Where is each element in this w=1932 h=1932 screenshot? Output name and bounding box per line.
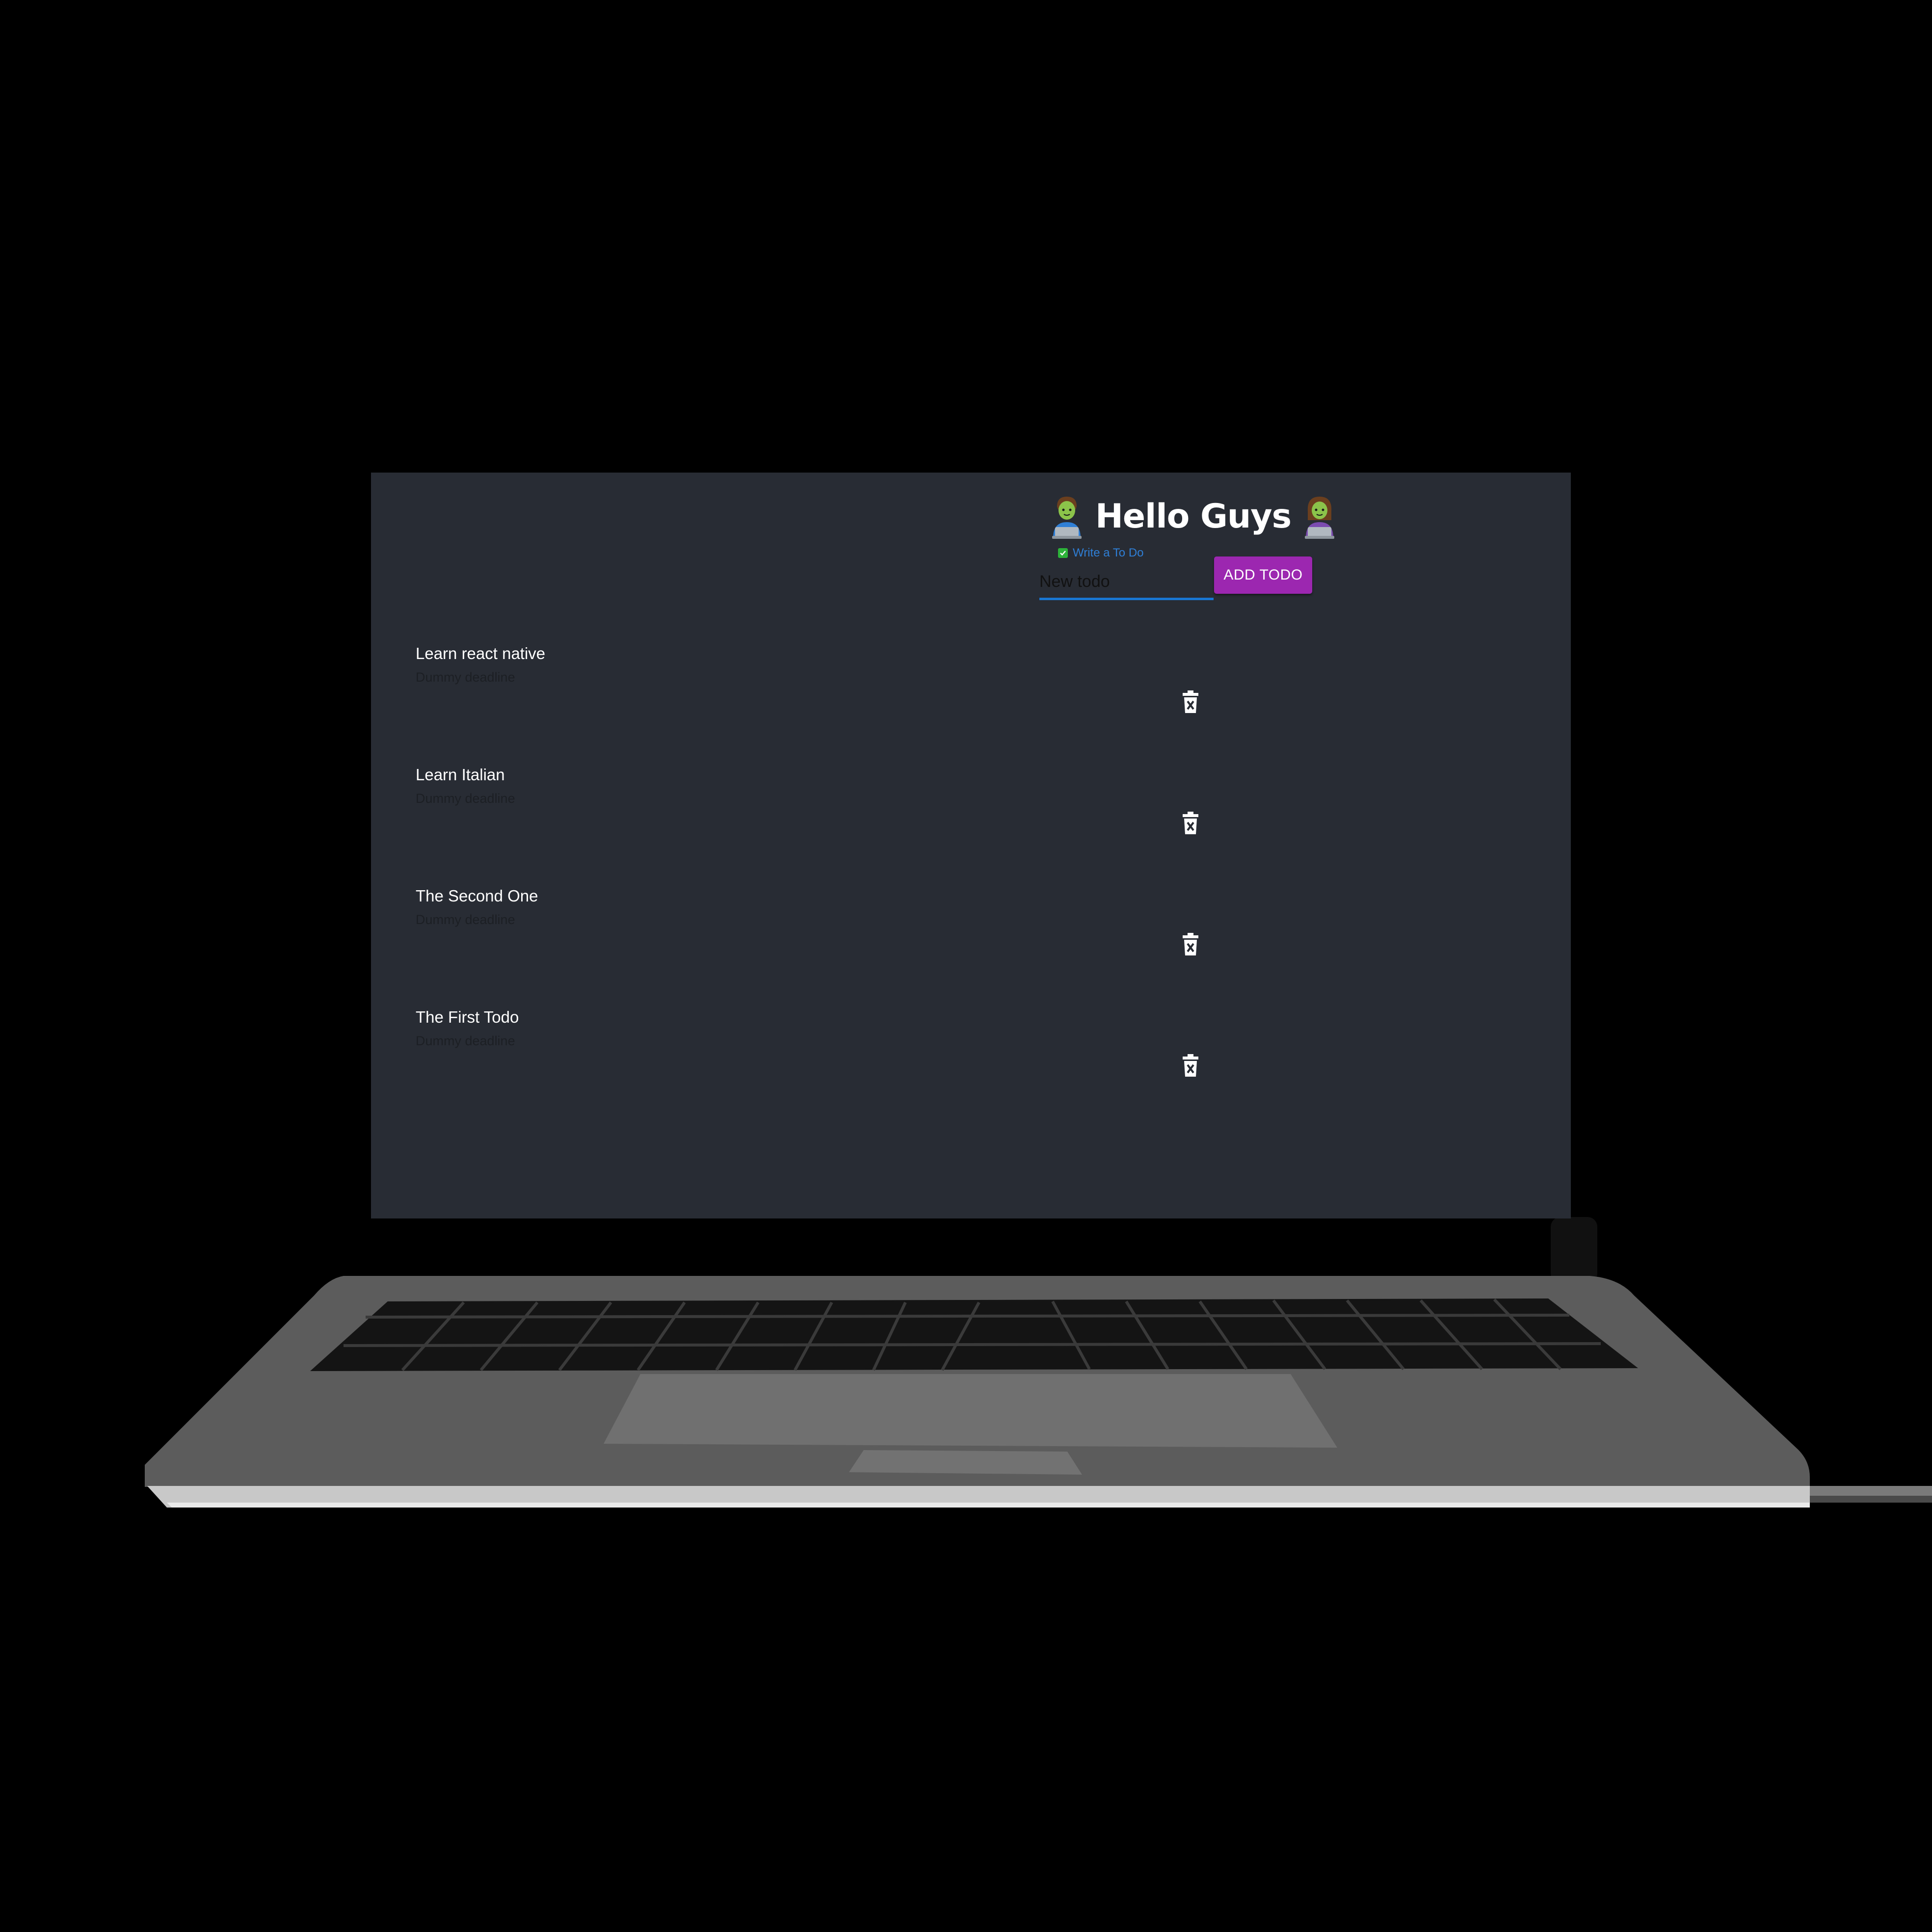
input-hint: Write a To Do	[1058, 546, 1144, 560]
app-header: Hello Guys	[1048, 492, 1441, 541]
todo-title: Learn react native	[416, 644, 546, 662]
list-item: The First Todo Dummy deadline	[416, 1008, 1544, 1129]
app-title: Hello Guys	[1095, 497, 1292, 536]
man-technologist-icon	[1052, 497, 1082, 539]
todo-title: Learn Italian	[416, 766, 505, 784]
todo-title: The Second One	[416, 887, 538, 905]
input-hint-label: Write a To Do	[1073, 546, 1144, 559]
list-item: The Second One Dummy deadline	[416, 887, 1544, 1008]
new-todo-input[interactable]	[1039, 566, 1214, 600]
todo-deadline: Dummy deadline	[416, 912, 515, 927]
trash-icon[interactable]	[1182, 933, 1199, 955]
app-screen: Hello Guys Write a To Do ADD TODO Learn …	[371, 473, 1571, 1218]
todo-deadline: Dummy deadline	[416, 1033, 515, 1048]
trash-icon[interactable]	[1182, 1054, 1199, 1077]
list-item: Learn Italian Dummy deadline	[416, 766, 1544, 887]
add-todo-button[interactable]: ADD TODO	[1214, 556, 1312, 594]
woman-technologist-icon	[1305, 497, 1335, 539]
trash-icon[interactable]	[1182, 812, 1199, 834]
todo-deadline: Dummy deadline	[416, 670, 515, 685]
todo-list: Learn react native Dummy deadline Learn …	[416, 644, 1544, 1129]
todo-title: The First Todo	[416, 1008, 519, 1026]
checkmark-icon	[1058, 548, 1068, 558]
trash-icon[interactable]	[1182, 690, 1199, 713]
todo-deadline: Dummy deadline	[416, 791, 515, 806]
list-item: Learn react native Dummy deadline	[416, 644, 1544, 766]
